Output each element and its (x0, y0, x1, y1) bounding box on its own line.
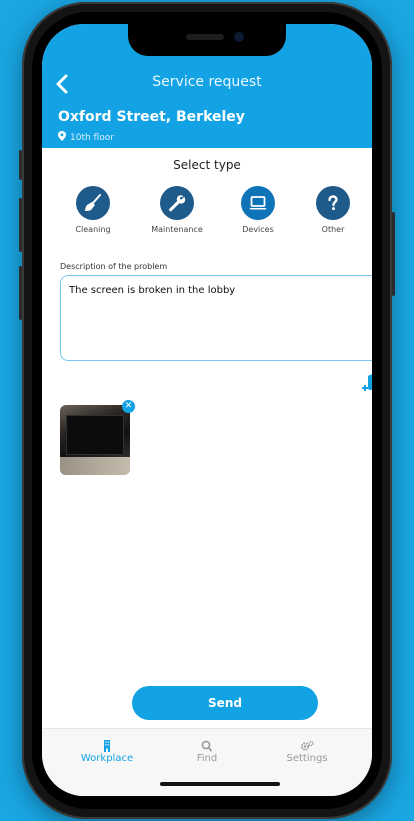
nav-label: Find (196, 753, 218, 764)
search-icon (200, 737, 214, 752)
volume-up-button (19, 198, 22, 252)
power-button (392, 212, 395, 296)
volume-down-button (19, 266, 22, 320)
wrench-icon (169, 195, 186, 212)
device-notch (128, 24, 286, 56)
select-type-heading: Select type (173, 158, 241, 172)
silent-switch (19, 150, 22, 180)
type-label: Cleaning (75, 225, 111, 234)
building-icon (100, 737, 114, 752)
home-indicator[interactable] (160, 782, 280, 786)
type-other-circle (316, 186, 350, 220)
type-devices-circle (241, 186, 275, 220)
floor-label: 10th floor (70, 133, 114, 143)
nav-settings[interactable]: Settings (257, 737, 357, 764)
type-other[interactable]: Other (294, 186, 372, 234)
type-label: Other (321, 225, 345, 234)
remove-photo-button[interactable]: ✕ (122, 400, 135, 413)
close-icon: ✕ (124, 401, 133, 411)
speaker-grille (186, 34, 224, 40)
attached-photo[interactable] (60, 405, 130, 475)
broom-icon (85, 194, 101, 211)
type-cleaning[interactable]: Cleaning (54, 186, 132, 234)
app-screen: Service request Oxford Street, Berkeley … (42, 24, 372, 796)
description-label: Description of the problem (60, 262, 168, 271)
location-title: Oxford Street, Berkeley (58, 109, 245, 125)
type-maintenance[interactable]: Maintenance (138, 186, 216, 234)
description-field[interactable]: The screen is broken in the lobby (60, 275, 372, 361)
nav-workplace[interactable]: Workplace (57, 737, 157, 764)
nav-label: Workplace (80, 753, 134, 764)
location-floor: 10th floor (58, 131, 114, 143)
type-devices[interactable]: Devices (219, 186, 297, 234)
photo-content (66, 415, 124, 455)
send-button[interactable]: Send (132, 686, 318, 720)
type-maintenance-circle (160, 186, 194, 220)
page-title: Service request (152, 74, 262, 90)
laptop-icon (249, 196, 267, 210)
type-label: Maintenance (151, 225, 203, 234)
type-cleaning-circle (76, 186, 110, 220)
question-icon (328, 195, 338, 211)
gears-icon (300, 737, 314, 751)
type-label: Devices (242, 225, 274, 234)
location-pin-icon (58, 131, 66, 141)
add-photo-button[interactable] (362, 370, 372, 392)
front-camera (234, 32, 244, 42)
camera-add-icon (362, 373, 372, 391)
nav-find[interactable]: Find (157, 737, 257, 764)
photo-floor (60, 457, 130, 475)
nav-label: Settings (286, 753, 328, 764)
